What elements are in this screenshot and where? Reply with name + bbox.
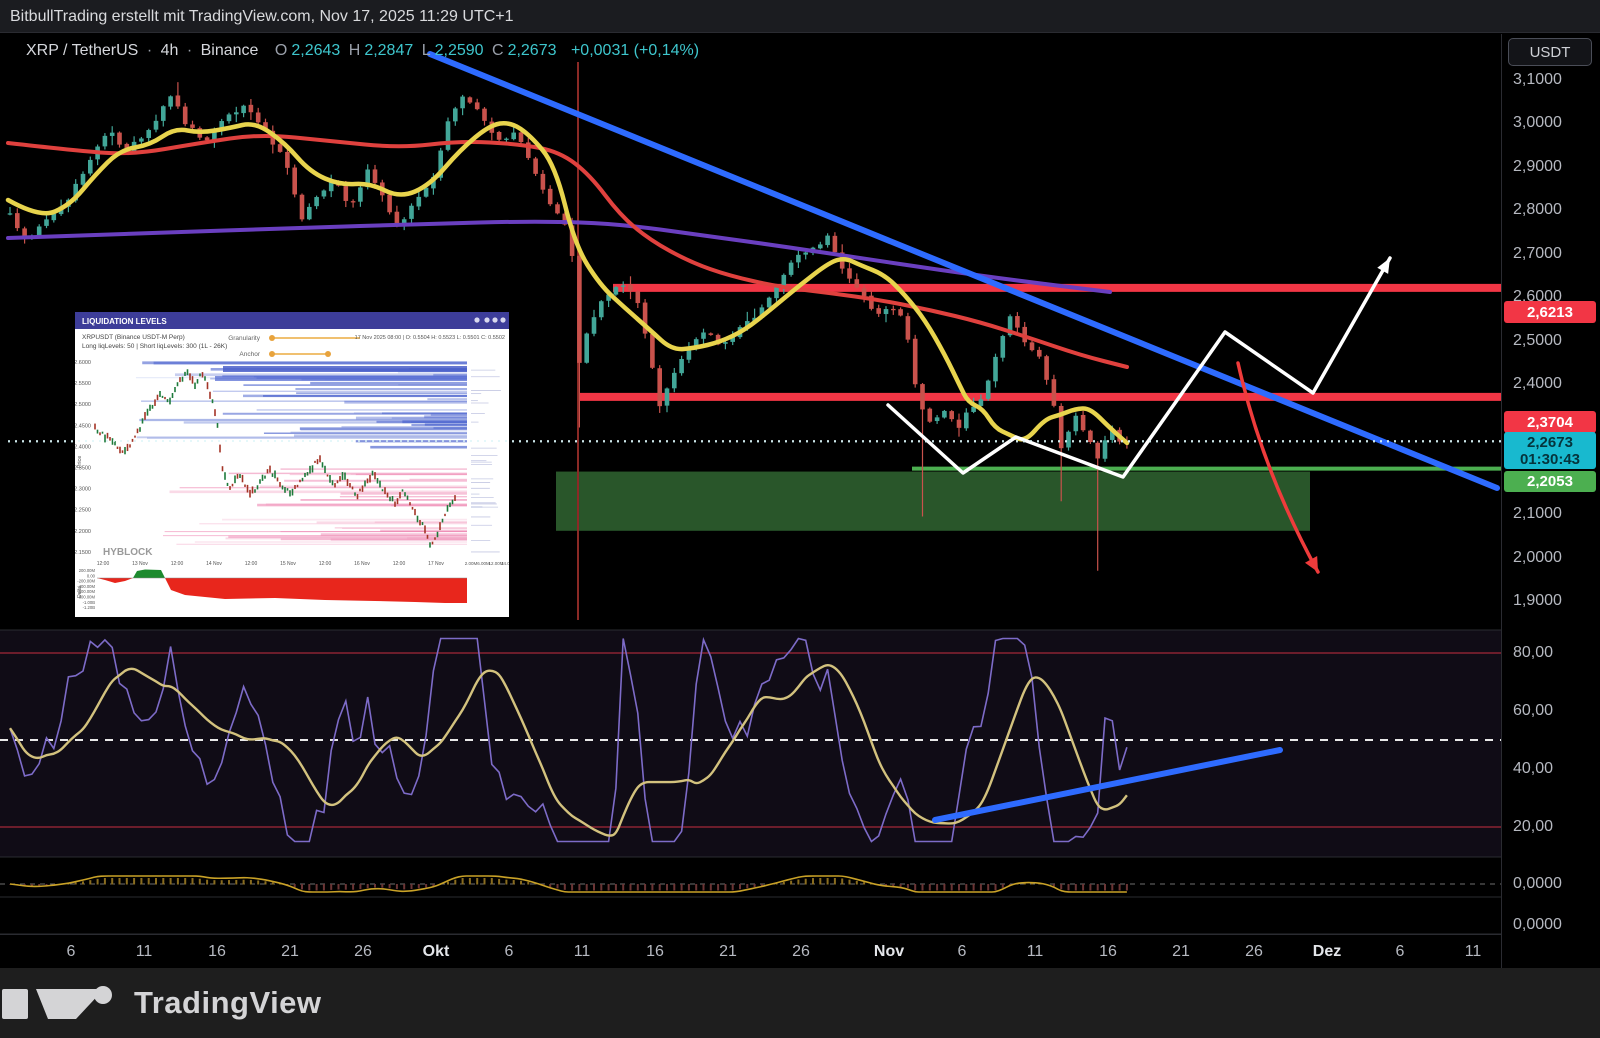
liquidation-title: LIQUIDATION LEVELS	[82, 317, 167, 326]
hyblock-price-tick: 2.5500	[75, 381, 91, 387]
support-price-label: 2,2053	[1504, 471, 1596, 492]
hyblock-price-tick: 2.6000	[75, 360, 91, 366]
symbol-name[interactable]: XRP / TetherUS	[26, 42, 138, 59]
time-tick: 21	[281, 943, 299, 961]
hyblock-delta-tick: 200.00M	[79, 568, 96, 573]
hyblock-time-tick: 12:00	[245, 561, 258, 567]
symbol-legend[interactable]: XRP / TetherUS · 4h · Binance O2,2643 H2…	[26, 42, 703, 60]
currency-toggle-button[interactable]: USDT	[1508, 38, 1592, 66]
hyblock-price-tick: 2.3000	[75, 487, 91, 493]
hyblock-price-tick: 2.5000	[75, 402, 91, 408]
time-tick: 11	[1027, 943, 1044, 961]
time-tick: 6	[1396, 943, 1405, 961]
high-value: 2,2847	[364, 42, 413, 59]
exchange: Binance	[201, 42, 259, 59]
low-value: 2,2590	[435, 42, 484, 59]
time-tick: Dez	[1313, 943, 1341, 961]
resistance-price-label-2: 2,3704	[1504, 411, 1596, 433]
time-tick: 6	[958, 943, 967, 961]
indicator-tick: 20,00	[1513, 818, 1553, 836]
time-tick: 26	[792, 943, 810, 961]
price-tick: 3,0000	[1513, 114, 1562, 132]
price-tick: 2,9000	[1513, 158, 1562, 176]
close-label: C	[492, 42, 504, 59]
hyblock-time-tick: 12:00	[171, 561, 184, 567]
hyblock-price-tick: 2.2500	[75, 508, 91, 514]
price-tick: 1,9000	[1513, 592, 1562, 610]
price-tick: 2,0000	[1513, 549, 1562, 567]
indicator-tick: 0,0000	[1513, 916, 1562, 934]
price-tick: 2,1000	[1513, 505, 1562, 523]
open-label: O	[275, 42, 287, 59]
tradingview-logo-icon	[0, 981, 120, 1025]
time-tick: Nov	[874, 943, 904, 961]
hyblock-delta-tick: -1.20B	[83, 605, 96, 610]
time-tick: 26	[1245, 943, 1263, 961]
hyblock-time-tick: 15 Nov	[280, 561, 296, 567]
candle-countdown: 01:30:43	[1520, 451, 1580, 468]
hyblock-delta-axis-label: Delta	[77, 586, 83, 598]
low-label: L	[422, 42, 431, 59]
time-tick: 11	[1465, 943, 1482, 961]
hyblock-profile-tick: 2.00M	[465, 561, 478, 566]
hyblock-time-tick: 14 Nov	[206, 561, 222, 567]
indicator-tick: 40,00	[1513, 760, 1553, 778]
hyblock-time-tick: 16 Nov	[354, 561, 370, 567]
time-tick: 11	[136, 943, 153, 961]
footer-bar: TradingView	[0, 968, 1600, 1038]
time-tick: 16	[1099, 943, 1117, 961]
resistance-price-label-1: 2,6213	[1504, 301, 1596, 323]
embedded-liquidation-image: LIQUIDATION LEVELS XRPUSDT (Binance USDT-…	[75, 312, 509, 617]
hyblock-price-tick: 2.4000	[75, 444, 91, 450]
hyblock-ohlc-readout: 17 Nov 2025 08:00 | O: 0.5504 H: 0.5523 …	[355, 335, 505, 341]
hyblock-levels-info: Long liqLevels: 50 | Short liqLevels: 30…	[82, 343, 227, 350]
hyblock-delta-tick: -200.00M	[77, 579, 95, 584]
hyblock-profile-tick: 14.00M	[501, 561, 509, 566]
hyblock-price-tick: 2.2000	[75, 529, 91, 535]
indicator-tick: 0,0000	[1513, 875, 1562, 893]
granularity-label: Granularity	[228, 335, 261, 342]
anchor-label: Anchor	[239, 351, 260, 358]
hyblock-watermark: HYBLOCK	[103, 547, 153, 558]
price-axis[interactable]: USDT 3,10003,00002,90002,80002,70002,600…	[1501, 34, 1600, 968]
time-tick: 6	[505, 943, 514, 961]
price-tick: 2,4000	[1513, 375, 1562, 393]
time-tick: 26	[354, 943, 372, 961]
hyblock-delta-tick: 0.00	[87, 573, 96, 578]
open-value: 2,2643	[291, 42, 340, 59]
liquidation-chart: LIQUIDATION LEVELS XRPUSDT (Binance USDT-…	[75, 312, 509, 617]
hyblock-price-tick: 2.4500	[75, 423, 91, 429]
hyblock-time-tick: 13 Nov	[132, 561, 148, 567]
price-tick: 2,8000	[1513, 201, 1562, 219]
price-tick: 2,5000	[1513, 332, 1562, 350]
indicator-tick: 60,00	[1513, 702, 1553, 720]
price-tick: 3,1000	[1513, 71, 1562, 89]
hyblock-price-axis-label: Price	[77, 456, 83, 469]
hyblock-time-tick: 12:00	[97, 561, 110, 567]
current-price-dotted-line	[8, 440, 1501, 442]
time-tick: 21	[1172, 943, 1190, 961]
indicator-tick: 80,00	[1513, 644, 1553, 662]
hyblock-price-tick: 2.1500	[75, 550, 91, 556]
time-tick: Okt	[423, 943, 450, 961]
last-price-label: 2,2673 01:30:43	[1504, 432, 1596, 469]
hyblock-time-tick: 12:00	[319, 561, 332, 567]
time-tick: 16	[208, 943, 226, 961]
change-value: +0,0031 (+0,14%)	[571, 42, 699, 59]
hyblock-time-tick: 12:00	[393, 561, 406, 567]
time-tick: 11	[574, 943, 591, 961]
time-tick: 16	[646, 943, 664, 961]
interval[interactable]: 4h	[161, 42, 179, 59]
hyblock-delta-tick: -1.00B	[83, 600, 96, 605]
time-tick: 6	[67, 943, 76, 961]
price-tick: 2,7000	[1513, 245, 1562, 263]
hyblock-time-tick: 17 Nov	[428, 561, 444, 567]
close-value: 2,2673	[508, 42, 557, 59]
time-tick: 21	[719, 943, 737, 961]
high-label: H	[349, 42, 361, 59]
time-axis[interactable]: 6 11 16 21 26 Okt 6 11 16 21 26 Nov 6 11 16 21 26 Dez 6 11	[0, 934, 1501, 969]
tradingview-chart-window: BitbullTrading erstellt mit TradingView.…	[0, 0, 1600, 1038]
tradingview-brand-text: TradingView	[134, 985, 322, 1021]
hyblock-symbol-info: XRPUSDT (Binance USDT-M Perp)	[82, 334, 185, 341]
